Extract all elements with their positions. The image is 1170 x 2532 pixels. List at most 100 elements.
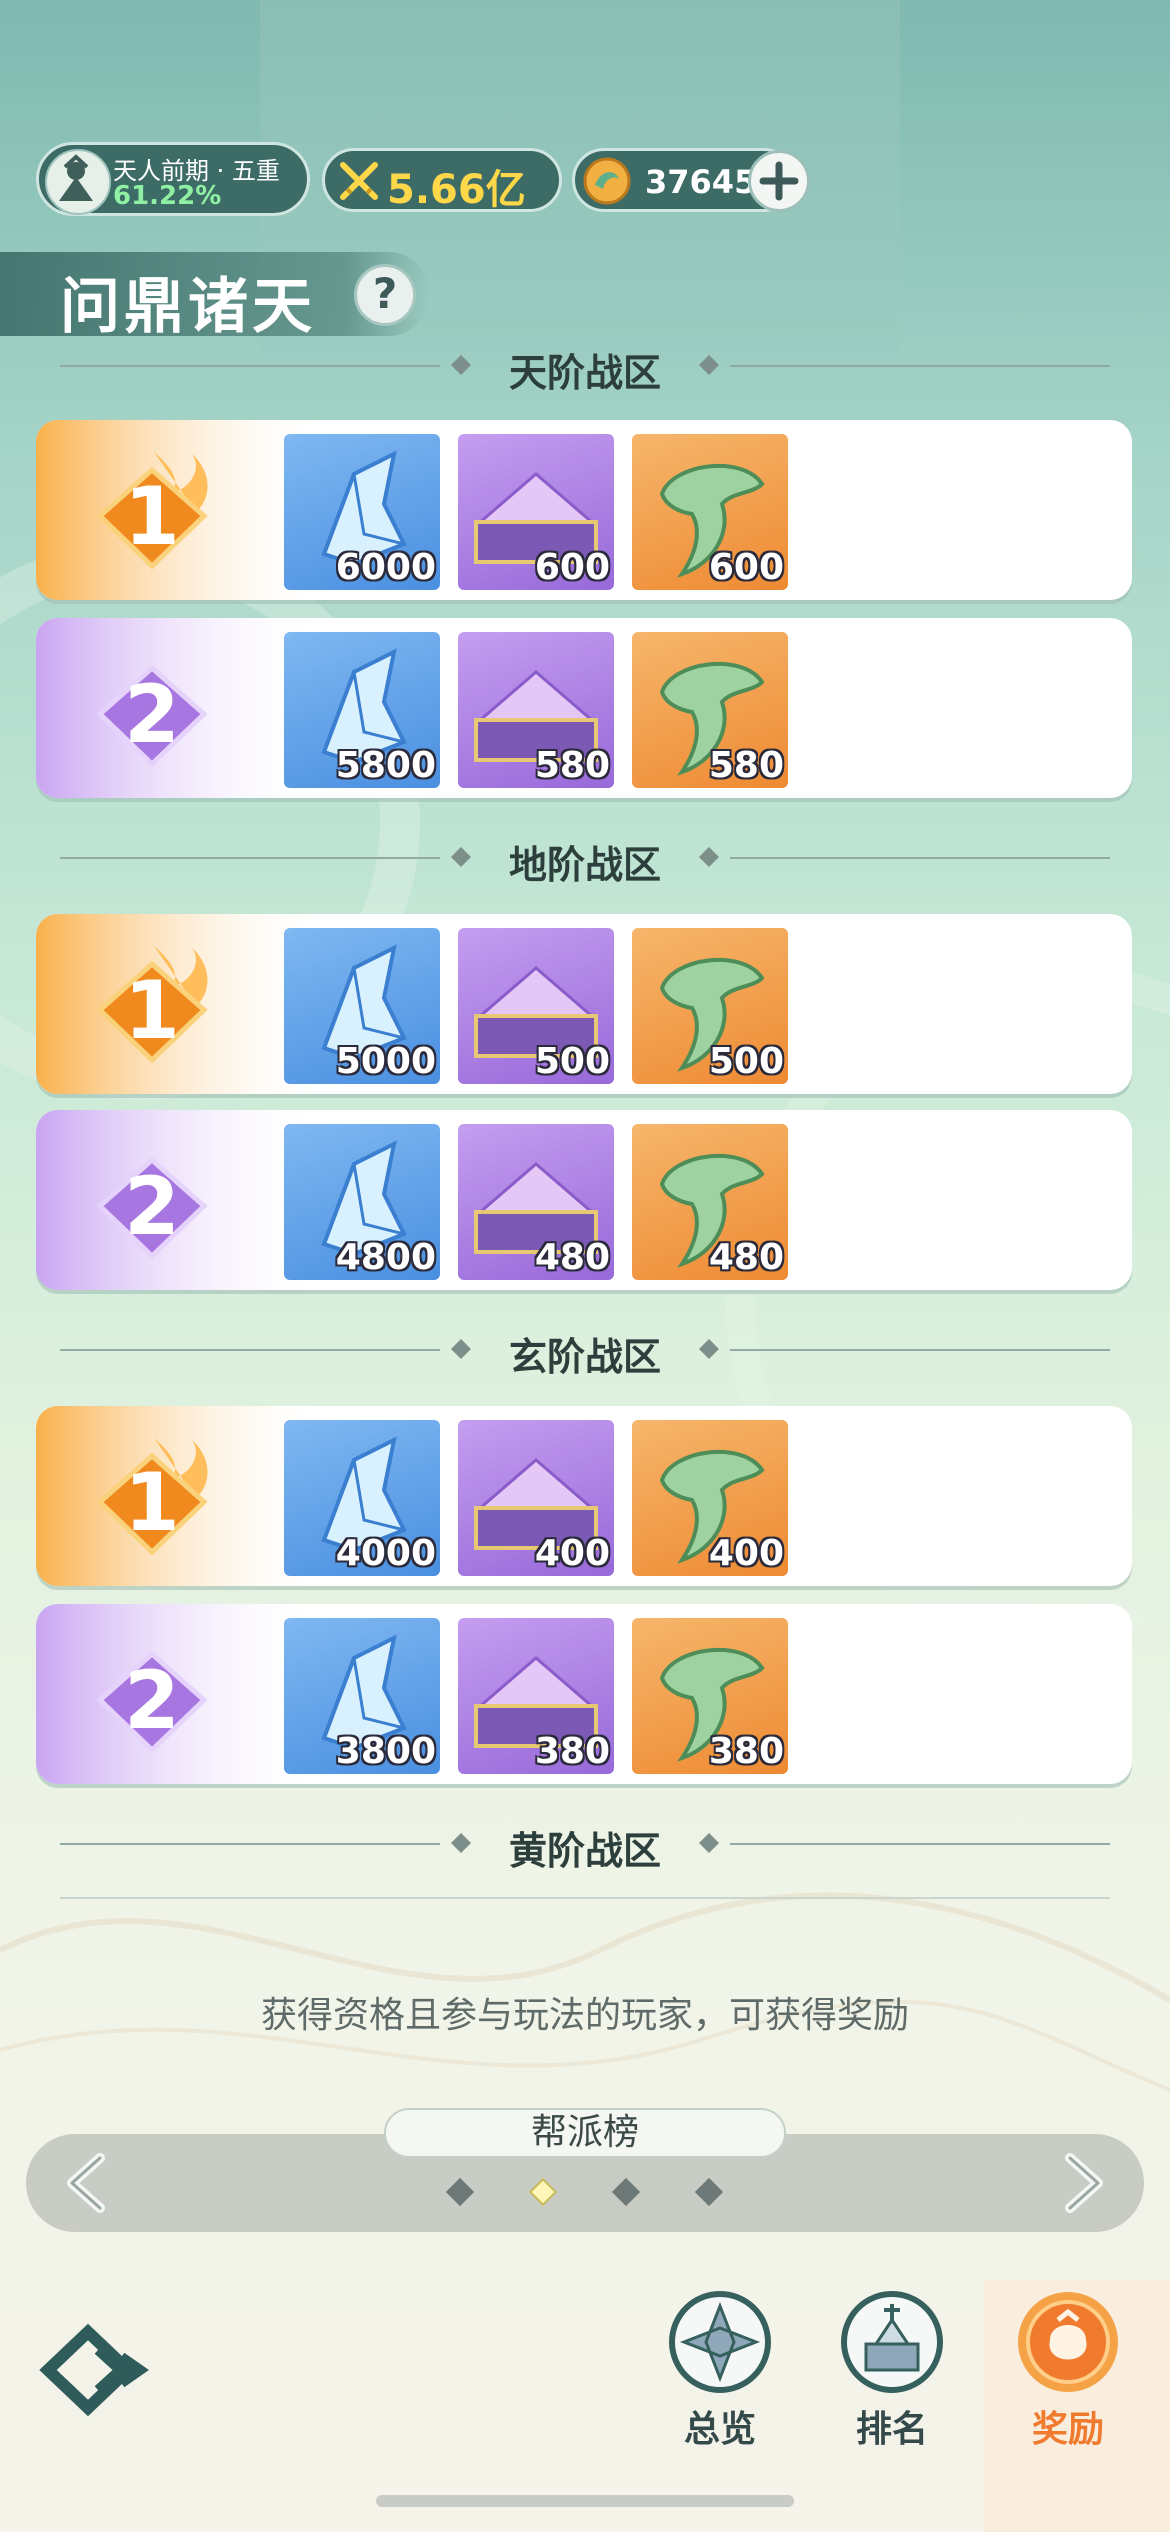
divider-line [730,857,1110,859]
svg-text:2: 2 [124,668,180,761]
item-quantity: 4800 [335,1237,436,1278]
item-quantity: 600 [708,547,784,588]
diamond-ornament-icon [699,1339,719,1359]
reward-item-jade-claw[interactable]: 380 [632,1618,788,1774]
spirit-coin-icon [583,157,631,205]
svg-text:1: 1 [124,470,180,563]
divider-line [730,1349,1110,1351]
reward-item-crystal[interactable]: 5800 [284,632,440,788]
section-title: 黄阶战区 [508,1829,661,1873]
reward-item-treasure-chest[interactable]: 400 [458,1420,614,1576]
item-quantity: 580 [534,745,610,786]
section-header-huang: 黄阶战区 [60,1814,1110,1874]
ranking-icon [841,2291,943,2393]
reward-item-jade-claw[interactable]: 480 [632,1124,788,1280]
reward-icon [1018,2292,1118,2392]
overview-icon [669,2291,771,2393]
plus-icon [759,161,799,201]
nav-reward[interactable]: 奖励 [1008,2290,1128,2450]
leaderboard-tab-label-box: 帮派榜 [384,2108,786,2158]
rank-1-badge-icon: 1 [96,1438,208,1556]
item-quantity: 6000 [335,547,436,588]
reward-item-treasure-chest[interactable]: 500 [458,928,614,1084]
item-quantity: 500 [534,1041,610,1082]
reward-row: 2 5800 580 580 [36,618,1132,798]
reward-row: 1 6000 600 600 [36,420,1132,600]
item-quantity: 480 [708,1237,784,1278]
section-header-tian: 天阶战区 [60,336,1110,396]
item-quantity: 380 [708,1731,784,1772]
back-menu-icon[interactable] [38,2320,162,2420]
nav-label: 排名 [855,2409,928,2450]
nav-ranking[interactable]: 排名 [832,2290,952,2450]
svg-text:1: 1 [124,1456,180,1549]
nav-label: 总览 [683,2409,756,2450]
realm-progress: 61.22% [113,181,222,211]
reward-item-treasure-chest[interactable]: 600 [458,434,614,590]
add-currency-button[interactable] [748,150,810,212]
previous-arrow-icon[interactable] [58,2150,118,2216]
section-header-di: 地阶战区 [60,828,1110,888]
section-title: 天阶战区 [508,351,661,395]
item-quantity: 5800 [335,745,436,786]
page-title: 问鼎诸天 [60,272,316,342]
item-quantity: 5000 [335,1041,436,1082]
section-title: 玄阶战区 [508,1335,661,1379]
combat-power-badge: 5.66亿 [322,148,562,213]
reward-item-treasure-chest[interactable]: 380 [458,1618,614,1774]
diamond-ornament-icon [699,1833,719,1853]
item-quantity: 600 [534,547,610,588]
section-title: 地阶战区 [508,843,661,887]
list-bottom-divider [60,1897,1110,1899]
home-indicator[interactable] [376,2495,794,2507]
nav-label-active: 奖励 [1031,2409,1104,2450]
rank-2-badge-icon: 2 [96,1156,208,1260]
item-quantity: 480 [534,1237,610,1278]
reward-item-crystal[interactable]: 4000 [284,1420,440,1576]
rank-2-badge-icon: 2 [96,664,208,768]
diamond-ornament-icon [699,847,719,867]
reward-item-jade-claw[interactable]: 600 [632,434,788,590]
rank-2-badge-icon: 2 [96,1650,208,1754]
rank-1-badge-icon: 1 [96,946,208,1064]
reward-item-crystal[interactable]: 3800 [284,1618,440,1774]
reward-hint: 获得资格且参与玩法的玩家，可获得奖励 [260,1995,909,2036]
section-header-xuan: 玄阶战区 [60,1320,1110,1380]
reward-item-crystal[interactable]: 6000 [284,434,440,590]
next-arrow-icon[interactable] [1052,2150,1112,2216]
reward-row: 2 3800 380 380 [36,1604,1132,1784]
help-button[interactable]: ? [354,264,416,326]
reward-item-treasure-chest[interactable]: 480 [458,1124,614,1280]
svg-text:2: 2 [124,1654,180,1747]
reward-item-crystal[interactable]: 4800 [284,1124,440,1280]
reward-item-jade-claw[interactable]: 500 [632,928,788,1084]
leaderboard-tab-label: 帮派榜 [530,2112,639,2153]
reward-row: 2 4800 480 480 [36,1110,1132,1290]
currency-value: 37645 [645,163,757,201]
diamond-ornament-icon [699,355,719,375]
reward-item-jade-claw[interactable]: 580 [632,632,788,788]
item-quantity: 4000 [335,1533,436,1574]
reward-item-jade-claw[interactable]: 400 [632,1420,788,1576]
divider-line [730,365,1110,367]
divider-line [730,1843,1110,1845]
crossed-swords-icon [340,162,378,200]
reward-item-treasure-chest[interactable]: 580 [458,632,614,788]
nav-overview[interactable]: 总览 [660,2290,780,2450]
svg-text:2: 2 [124,1160,180,1253]
reward-row: 1 4000 400 400 [36,1406,1132,1586]
item-quantity: 400 [534,1533,610,1574]
reward-row: 1 5000 500 500 [36,914,1132,1094]
character-avatar [45,149,111,215]
question-icon: ? [372,269,398,318]
item-quantity: 580 [708,745,784,786]
item-quantity: 3800 [335,1731,436,1772]
realm-badge[interactable]: 天人前期 · 五重 61.22% [36,142,310,216]
rank-1-badge-icon: 1 [96,452,208,570]
combat-power-value: 5.66亿 [387,167,526,213]
reward-item-crystal[interactable]: 5000 [284,928,440,1084]
svg-text:1: 1 [124,964,180,1057]
item-quantity: 400 [708,1533,784,1574]
item-quantity: 380 [534,1731,610,1772]
item-quantity: 500 [708,1041,784,1082]
